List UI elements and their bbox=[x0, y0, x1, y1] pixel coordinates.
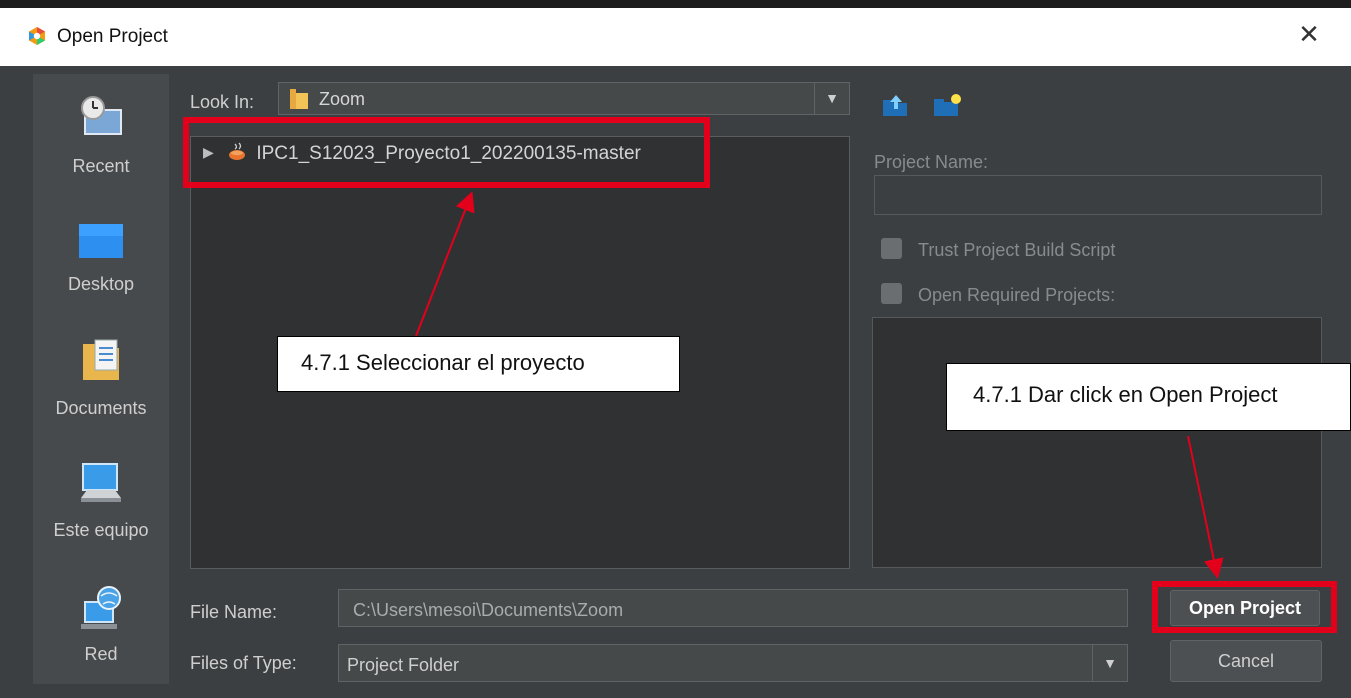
places-sidebar: Recent Desktop Documents Este equipo Red bbox=[33, 74, 169, 684]
place-label: Recent bbox=[72, 156, 130, 176]
computer-icon bbox=[81, 463, 121, 502]
up-folder-icon[interactable] bbox=[881, 94, 909, 118]
place-computer[interactable]: Este equipo bbox=[33, 458, 169, 558]
lookin-value: Zoom bbox=[319, 89, 366, 109]
required-projects-checkbox[interactable] bbox=[881, 283, 902, 304]
lookin-dropdown-arrow[interactable]: ▼ bbox=[814, 83, 849, 114]
files-of-type-value: Project Folder bbox=[347, 655, 460, 675]
project-name-field bbox=[874, 175, 1322, 215]
background-strip bbox=[0, 0, 1351, 8]
files-of-type-label: Files of Type: bbox=[190, 653, 297, 673]
place-label: Desktop bbox=[67, 274, 135, 294]
title-bar bbox=[0, 0, 1351, 67]
required-projects-list bbox=[872, 317, 1322, 568]
place-label: Este equipo bbox=[53, 520, 149, 540]
place-desktop[interactable]: Desktop bbox=[33, 212, 169, 312]
annotation-highlight-open-button bbox=[1152, 581, 1337, 633]
project-name-label: Project Name: bbox=[874, 152, 989, 172]
close-button[interactable]: ✕ bbox=[1292, 20, 1326, 50]
annotation-highlight-project bbox=[183, 117, 710, 188]
file-name-field[interactable]: C:\Users\mesoi\Documents\Zoom bbox=[338, 589, 1128, 627]
place-network[interactable]: Red bbox=[33, 584, 169, 684]
annotation-callout-select: 4.7.1 Seleccionar el proyecto bbox=[277, 336, 680, 392]
files-of-type-combo[interactable]: Project Folder ▼ bbox=[338, 644, 1128, 682]
annotation-callout-click: 4.7.1 Dar click en Open Project bbox=[946, 363, 1351, 431]
trust-label: Trust Project Build Script bbox=[918, 240, 1116, 260]
lookin-label: Look In: bbox=[190, 92, 255, 112]
documents-icon bbox=[83, 339, 119, 380]
place-label: Red bbox=[84, 644, 118, 664]
lookin-combo[interactable]: Zoom ▼ bbox=[278, 82, 850, 115]
recent-icon bbox=[81, 96, 122, 135]
folder-icon bbox=[290, 89, 308, 109]
required-projects-label: Open Required Projects: bbox=[918, 285, 1116, 305]
place-recent[interactable]: Recent bbox=[33, 88, 169, 188]
netbeans-logo-icon bbox=[29, 27, 45, 45]
trust-checkbox[interactable] bbox=[881, 238, 902, 259]
file-name-label: File Name: bbox=[190, 602, 278, 622]
chevron-down-icon[interactable]: ▼ bbox=[1092, 645, 1127, 681]
new-folder-icon[interactable] bbox=[932, 92, 962, 118]
network-icon bbox=[81, 586, 121, 629]
cancel-button[interactable]: Cancel bbox=[1170, 640, 1322, 682]
window-title: Open Project bbox=[57, 26, 168, 47]
place-label: Documents bbox=[55, 398, 147, 418]
place-documents[interactable]: Documents bbox=[33, 336, 169, 436]
desktop-icon bbox=[79, 224, 123, 258]
